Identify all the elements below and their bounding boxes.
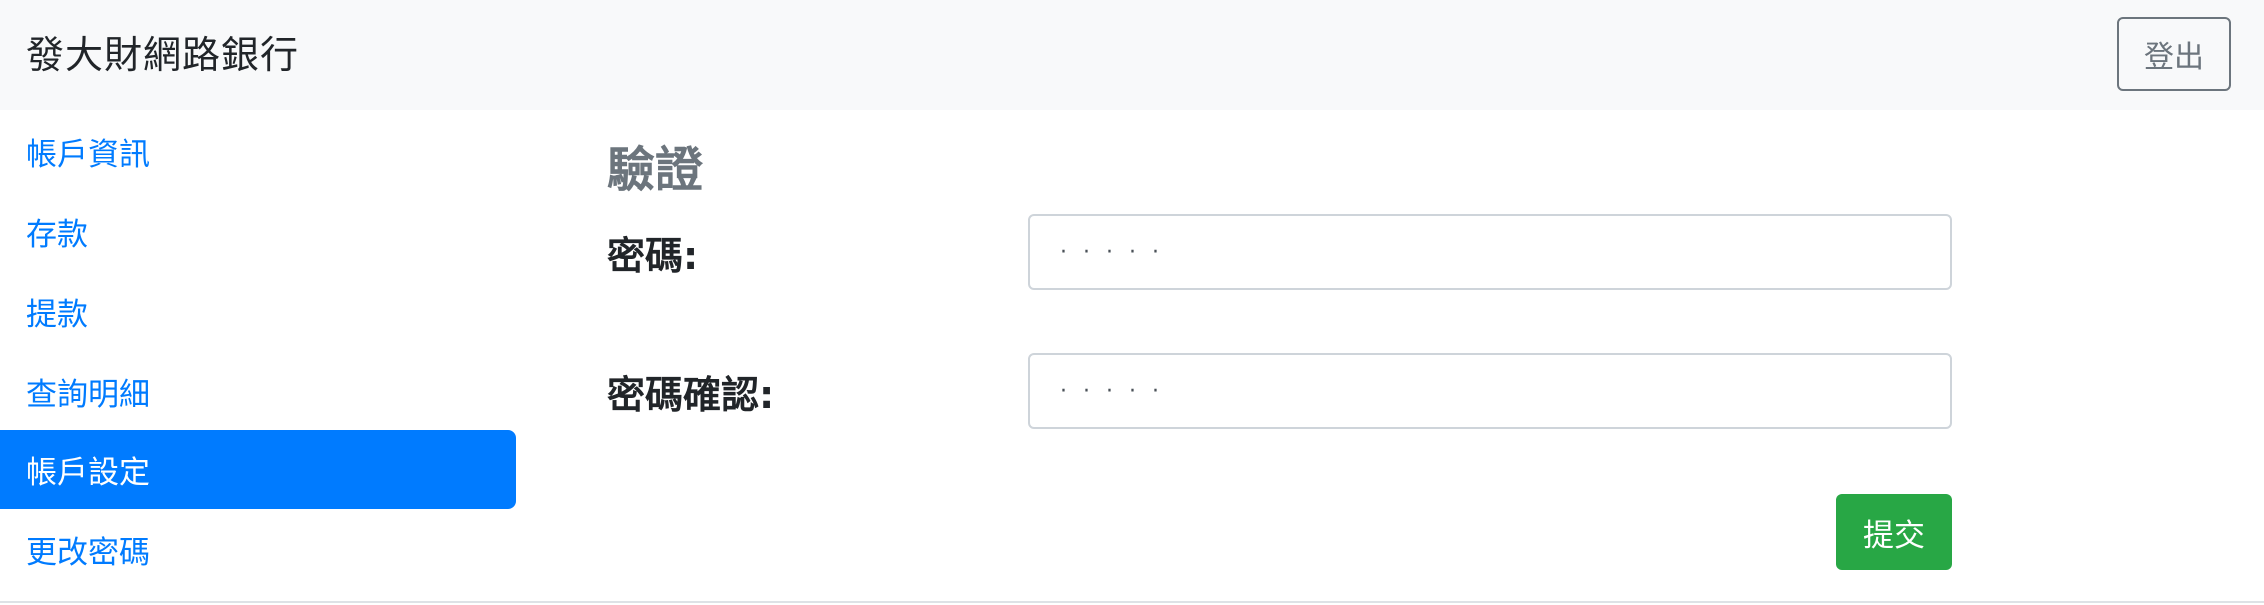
brand-title[interactable]: 發大財網路銀行 (26, 27, 299, 83)
sidebar-item-withdraw[interactable]: 提款 (0, 272, 516, 351)
password-confirm-label: 密碼確認: (607, 373, 775, 417)
sidebar-item-transaction-history[interactable]: 查詢明細 (0, 352, 516, 431)
section-title: 驗證 (607, 142, 704, 198)
password-confirm-field[interactable] (1028, 353, 1952, 429)
password-field[interactable] (1028, 214, 1952, 290)
password-label: 密碼: (607, 234, 699, 278)
sidebar-item-deposit[interactable]: 存款 (0, 192, 516, 271)
top-navbar: 發大財網路銀行 登出 (0, 0, 2264, 110)
sidebar-item-account-info[interactable]: 帳戶資訊 (0, 112, 516, 191)
sidebar-item-change-password[interactable]: 更改密碼 (0, 510, 516, 589)
bottom-divider (0, 601, 2264, 603)
submit-button[interactable]: 提交 (1836, 494, 1952, 570)
logout-button[interactable]: 登出 (2117, 17, 2231, 91)
sidebar-item-account-settings[interactable]: 帳戶設定 (0, 430, 516, 509)
